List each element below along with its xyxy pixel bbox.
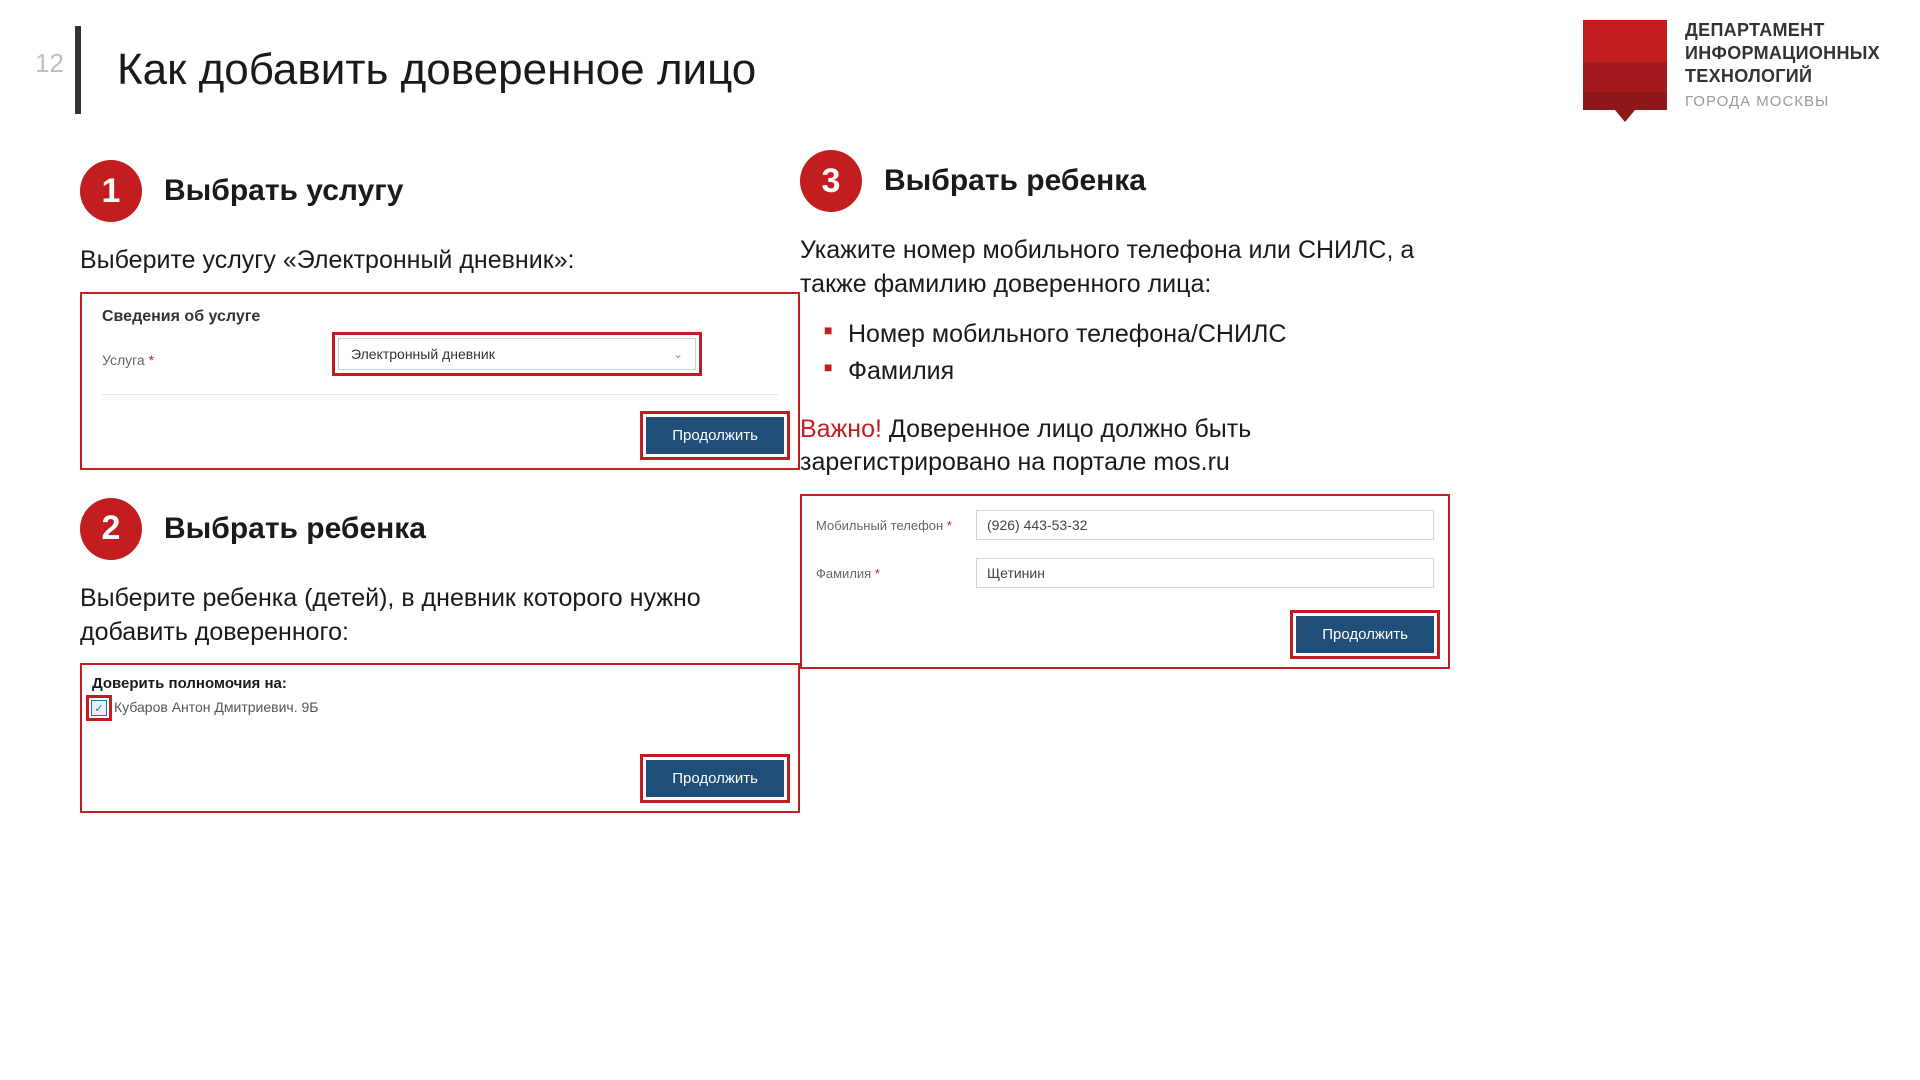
child-checkbox[interactable]: ✓ [91,700,107,716]
step-3-header: 3 Выбрать ребенка [800,150,1450,212]
surname-field-label: Фамилия * [816,566,976,581]
service-select-highlight: Электронный дневник ⌄ [332,332,702,376]
continue-button-3[interactable]: Продолжить [1296,616,1434,653]
step-1-desc: Выберите услугу «Электронный дневник»: [80,244,800,278]
logo-line-3: ТЕХНОЛОГИЙ [1685,66,1880,87]
step-2-badge: 2 [80,498,142,560]
step-3-bullets: Номер мобильного телефона/СНИЛС Фамилия [824,316,1450,391]
step-2-header: 2 Выбрать ребенка [80,498,800,560]
step-3-button-highlight: Продолжить [1290,610,1440,659]
continue-button-1[interactable]: Продолжить [646,417,784,454]
step-3-badge: 3 [800,150,862,212]
logo-line-1: ДЕПАРТАМЕНТ [1685,20,1880,41]
service-select-value: Электронный дневник [351,346,495,362]
step-1-panel: Сведения об услуге Услуга * Электронный … [80,292,800,470]
page-title: Как добавить доверенное лицо [117,45,756,95]
logo-line-2: ИНФОРМАЦИОННЫХ [1685,43,1880,64]
service-select[interactable]: Электронный дневник ⌄ [338,338,696,370]
child-row-label: Кубаров Антон Дмитриевич. 9Б [114,699,318,715]
phone-input[interactable]: (926) 443-53-32 [976,510,1434,540]
step-2-desc: Выберите ребенка (детей), в дневник кото… [80,582,800,650]
bullet-phone: Номер мобильного телефона/СНИЛС [824,316,1450,354]
step-3-title: Выбрать ребенка [884,164,1146,198]
step-3-panel: Мобильный телефон * (926) 443-53-32 Фами… [800,494,1450,669]
step-1-badge: 1 [80,160,142,222]
shield-icon [1583,20,1667,122]
bullet-surname: Фамилия [824,353,1450,391]
step-1-title: Выбрать услугу [164,174,403,208]
logo-city: ГОРОДА МОСКВЫ [1685,93,1880,110]
service-field-label: Услуга * [102,352,154,368]
child-checkbox-highlight: ✓ [86,695,112,721]
surname-input[interactable]: Щетинин [976,558,1434,588]
panel-2-heading: Доверить полномочия на: [92,675,287,692]
phone-field-label: Мобильный телефон * [816,518,976,533]
step-3-desc: Укажите номер мобильного телефона или СН… [800,234,1450,302]
panel-1-heading: Сведения об услуге [102,308,260,326]
dept-logo: ДЕПАРТАМЕНТ ИНФОРМАЦИОННЫХ ТЕХНОЛОГИЙ ГО… [1583,20,1880,122]
step-3-important: Важно! Доверенное лицо должно быть зарег… [800,413,1450,481]
chevron-down-icon: ⌄ [673,347,683,361]
step-1-button-highlight: Продолжить [640,411,790,460]
step-1-header: 1 Выбрать услугу [80,160,800,222]
step-2-title: Выбрать ребенка [164,512,426,546]
step-2-button-highlight: Продолжить [640,754,790,803]
step-2-panel: Доверить полномочия на: ✓ Кубаров Антон … [80,663,800,813]
page-number: 12 [35,48,64,79]
important-label: Важно! [800,415,882,443]
title-bar: Как добавить доверенное лицо [75,26,756,114]
continue-button-2[interactable]: Продолжить [646,760,784,797]
